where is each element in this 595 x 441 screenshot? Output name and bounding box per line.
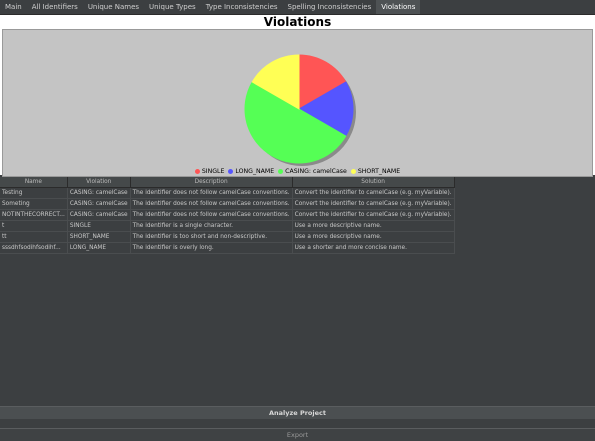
table-cell: CASING: camelCase — [67, 198, 131, 210]
table-row[interactable]: sssdhfsodihfsodihf... LONG_NAME The identi… — [0, 242, 455, 254]
export-button[interactable]: Export — [0, 428, 595, 441]
table-cell: Convert the identifier to camelCase (e.g… — [292, 187, 455, 199]
table-cell: The identifier is a single character. — [130, 220, 293, 232]
analyze-project-button[interactable]: Analyze Project — [0, 406, 595, 420]
table-cell: SINGLE — [67, 220, 131, 232]
table-cell: Convert the identifier to camelCase (e.g… — [292, 198, 455, 210]
column-header-violation[interactable]: Violation — [67, 177, 131, 188]
table-row[interactable]: NOTINTHECORRECT... CASING: camelCase The i… — [0, 209, 455, 221]
violations-table: Name Violation Description Solution Testing… — [0, 177, 455, 254]
violations-table-panel: Name Violation Description Solution Testing… — [0, 177, 595, 405]
table-cell: CASING: camelCase — [67, 187, 131, 199]
table-row[interactable]: tt SHORT_NAME The identifier is too short … — [0, 231, 455, 243]
table-cell: SHORT_NAME — [67, 231, 131, 243]
legend-swatch-icon — [194, 168, 200, 174]
tab-main[interactable]: Main — [0, 0, 27, 14]
legend-label: CASING: camelCase — [285, 168, 347, 175]
chart-title: Violations — [263, 15, 332, 29]
table-cell: The identifier does not follow camelCase… — [130, 187, 293, 199]
table-cell: The identifier is too short and non-desc… — [130, 231, 293, 243]
plot-area — [2, 29, 593, 177]
table-cell: sssdhfsodihfsodihf... — [0, 242, 68, 254]
column-header-description[interactable]: Description — [130, 177, 293, 188]
tab-bar: Main All Identifiers Unique Names Unique Ty… — [0, 0, 595, 15]
legend-label: SHORT_NAME — [357, 168, 401, 175]
table-cell: Use a more descriptive name. — [292, 220, 455, 232]
table-row[interactable]: Someting CASING: camelCase The identifier … — [0, 198, 455, 210]
legend-item: SHORT_NAME — [350, 167, 401, 176]
legend-item: LONG_NAME — [228, 167, 274, 176]
table-cell: The identifier is overly long. — [130, 242, 293, 254]
legend-swatch-icon — [228, 168, 234, 174]
table-cell: tt — [0, 231, 68, 243]
tab-unique-types[interactable]: Unique Types — [144, 0, 201, 14]
table-cell: LONG_NAME — [67, 242, 131, 254]
chart-legend: SINGLE LONG_NAME CASING: camelCase SHORT_NA… — [0, 167, 595, 176]
tab-type-inconsistencies[interactable]: Type Inconsistencies — [201, 0, 283, 14]
tab-all-identifiers[interactable]: All Identifiers — [27, 0, 83, 14]
table-cell: t — [0, 220, 68, 232]
table-cell: CASING: camelCase — [67, 209, 131, 221]
table-cell: The identifier does not follow camelCase… — [130, 209, 293, 221]
column-header-name[interactable]: Name — [0, 177, 68, 188]
legend-item: SINGLE — [194, 167, 225, 176]
chart-panel: Violations — [0, 15, 595, 177]
column-header-solution[interactable]: Solution — [292, 177, 455, 188]
tab-violations[interactable]: Violations — [376, 0, 421, 14]
table-cell: The identifier does not follow camelCase… — [130, 198, 293, 210]
table-cell: Convert the identifier to camelCase (e.g… — [292, 209, 455, 221]
table-cell: Testing — [0, 187, 68, 199]
legend-swatch-icon — [278, 168, 284, 174]
table-cell: NOTINTHECORRECT... — [0, 209, 68, 221]
tab-unique-names[interactable]: Unique Names — [83, 0, 144, 14]
table-cell: Someting — [0, 198, 68, 210]
table-row[interactable]: Testing CASING: camelCase The identifier d… — [0, 187, 455, 199]
legend-label: LONG_NAME — [235, 168, 275, 175]
table-cell: Use a shorter and more concise name. — [292, 242, 455, 254]
tab-spelling-inconsistencies[interactable]: Spelling Inconsistencies — [283, 0, 377, 14]
table-row[interactable]: t SINGLE The identifier is a single charac… — [0, 220, 455, 232]
pie-chart — [244, 54, 356, 166]
legend-label: SINGLE — [201, 168, 225, 175]
legend-item: CASING: camelCase — [278, 167, 347, 176]
legend-swatch-icon — [350, 168, 356, 174]
table-cell: Use a more descriptive name. — [292, 231, 455, 243]
